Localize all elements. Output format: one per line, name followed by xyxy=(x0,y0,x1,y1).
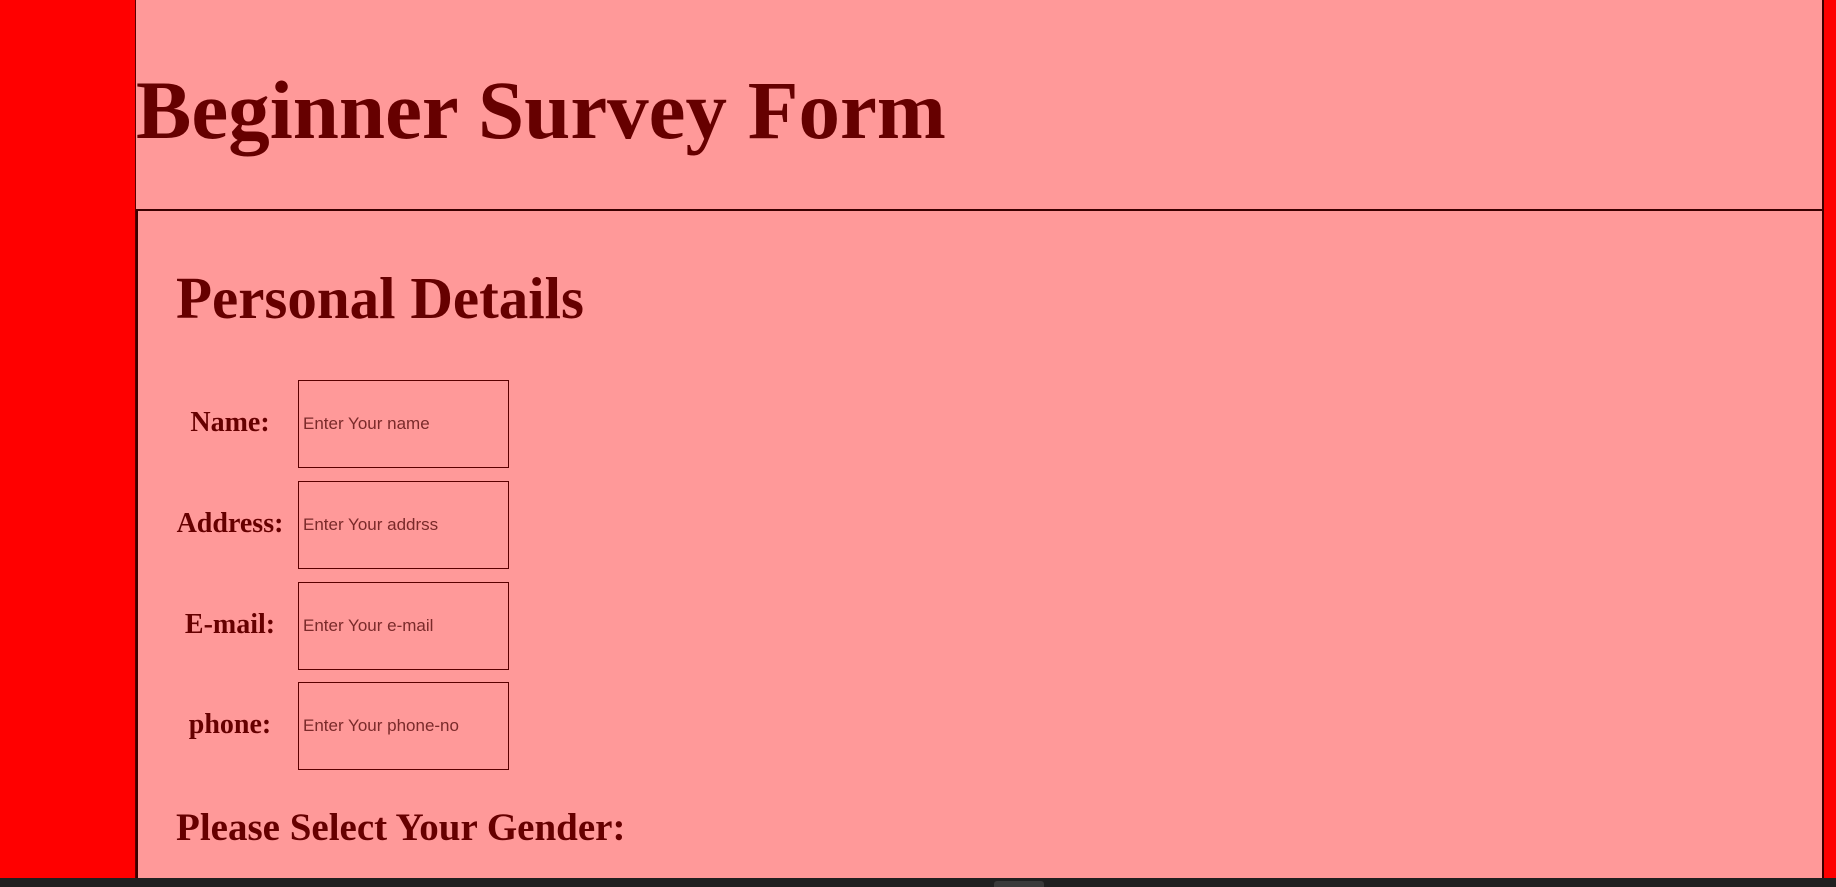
email-input[interactable] xyxy=(298,582,509,670)
gender-heading: Please Select Your Gender: xyxy=(176,806,626,849)
personal-details-section: Personal Details Name: Address: E-mail: … xyxy=(136,211,1822,878)
phone-input[interactable] xyxy=(298,682,509,770)
address-input[interactable] xyxy=(298,481,509,569)
name-label: Name: xyxy=(190,407,270,438)
survey-page: Beginner Survey Form Personal Details Na… xyxy=(135,0,1824,878)
taskbar xyxy=(0,878,1836,887)
section-title: Personal Details xyxy=(176,265,585,331)
phone-label: phone: xyxy=(188,709,272,740)
taskbar-item[interactable] xyxy=(994,881,1044,887)
page-title: Beginner Survey Form xyxy=(136,64,946,156)
email-label: E-mail: xyxy=(184,609,276,640)
address-label: Address: xyxy=(176,508,284,539)
page-header: Beginner Survey Form xyxy=(136,0,1822,211)
name-input[interactable] xyxy=(298,380,509,468)
